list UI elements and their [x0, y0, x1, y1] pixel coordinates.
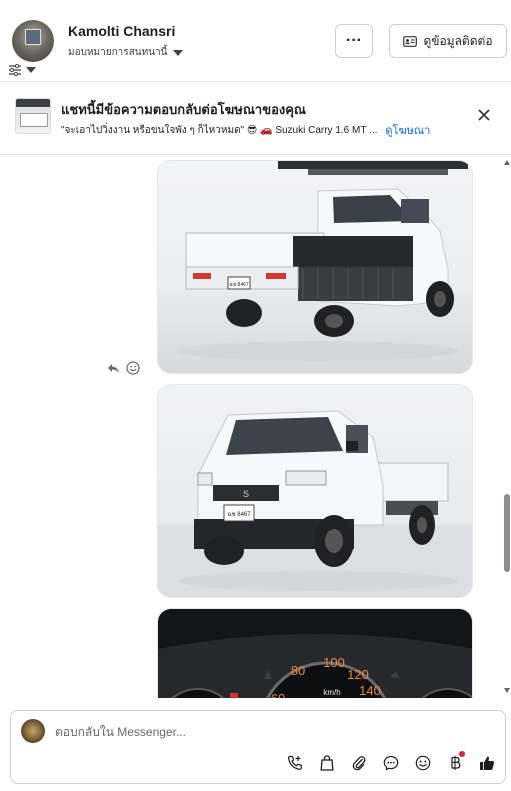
scroll-down-arrow[interactable] [504, 688, 510, 693]
sliders-icon [9, 64, 21, 76]
reply-icon[interactable] [107, 363, 120, 374]
chat-bubble-icon [383, 755, 399, 771]
close-banner-button[interactable] [474, 107, 494, 127]
contact-name[interactable]: Kamolti Chansri [68, 23, 175, 39]
contact-avatar[interactable] [12, 20, 54, 62]
truck-rear-photo: ฉช 8467 [158, 161, 472, 373]
chevron-down-icon [26, 67, 36, 73]
message-image[interactable]: S ฉช 8467 [157, 384, 473, 598]
license-plate: ฉช 8467 [229, 282, 249, 288]
ad-quote: "จะเอาไปวิ่งงาน หรือขนใจพัง ๆ ก็ไหวหมด" … [61, 124, 378, 136]
close-icon [478, 109, 490, 121]
contact-card-icon [403, 35, 418, 47]
emoji-icon [415, 755, 431, 771]
message-image[interactable]: ฉช 8467 [157, 160, 473, 374]
contact-info-label: ดูข้อมูลติดต่อ [423, 33, 493, 48]
gauge-tick: 100 [323, 655, 345, 670]
payment-button[interactable] [445, 751, 465, 773]
scroll-up-arrow[interactable] [504, 160, 510, 165]
license-plate: ฉช 8467 [227, 511, 251, 518]
gauge-tick: 60 [271, 691, 285, 698]
instrument-cluster-photo: 60 80 100 120 140 km/h [158, 609, 472, 698]
ad-banner-subtitle: "จะเอาไปวิ่งงาน หรือขนใจพัง ๆ ก็ไหวหมด" … [61, 121, 430, 139]
view-ad-link[interactable]: ดูโฆษณา [385, 121, 430, 139]
ad-banner-title: แชทนี้มีข้อความตอบกลับต่อโฆษณาของคุณ [61, 102, 306, 117]
message-composer [10, 710, 506, 784]
chevron-down-icon [173, 49, 184, 56]
thread-scrollbar[interactable] [503, 156, 511, 698]
phone-add-icon [287, 755, 302, 770]
emoji-button[interactable] [413, 753, 433, 773]
composer-toolbar [285, 751, 497, 773]
gauge-tick: 140 [359, 683, 381, 698]
thumbs-up-icon [480, 756, 495, 770]
svg-text:S: S [243, 489, 249, 499]
gauge-unit: km/h [323, 688, 340, 697]
like-button[interactable] [477, 753, 497, 773]
notification-dot [459, 751, 465, 757]
more-options-button[interactable]: ··· [335, 24, 373, 58]
gauge-tick: 120 [347, 667, 369, 682]
gauge-tick: 80 [291, 663, 305, 678]
assign-conversation-dropdown[interactable]: มอบหมายการสนทนานี้ [68, 45, 184, 60]
saved-replies-button[interactable] [381, 753, 401, 773]
message-input[interactable] [55, 722, 455, 742]
attach-button[interactable] [349, 753, 369, 773]
assign-label: มอบหมายการสนทนานี้ [68, 47, 168, 58]
shopping-bag-icon [320, 755, 334, 771]
message-image[interactable]: 60 80 100 120 140 km/h [157, 608, 473, 698]
smiley-icon[interactable] [126, 361, 140, 375]
conversation-header: Kamolti Chansri มอบหมายการสนทนานี้ ··· ด… [0, 0, 511, 82]
shop-button[interactable] [317, 753, 337, 773]
call-button[interactable] [285, 753, 305, 773]
message-thread: ฉช 8467 S ฉช 8467 80 100 120 140 km/h [0, 156, 511, 698]
paperclip-icon [352, 756, 366, 771]
view-contact-info-button[interactable]: ดูข้อมูลติดต่อ [389, 24, 507, 58]
ad-thumbnail[interactable] [15, 98, 51, 134]
message-actions [107, 361, 140, 375]
page-avatar [21, 719, 45, 743]
ad-reply-banner: แชทนี้มีข้อความตอบกลับต่อโฆษณาของคุณ "จะ… [0, 83, 511, 155]
truck-front-photo: S ฉช 8467 [158, 385, 472, 597]
filter-button[interactable] [8, 63, 44, 77]
scroll-thumb[interactable] [504, 494, 510, 572]
baht-icon [451, 755, 461, 770]
